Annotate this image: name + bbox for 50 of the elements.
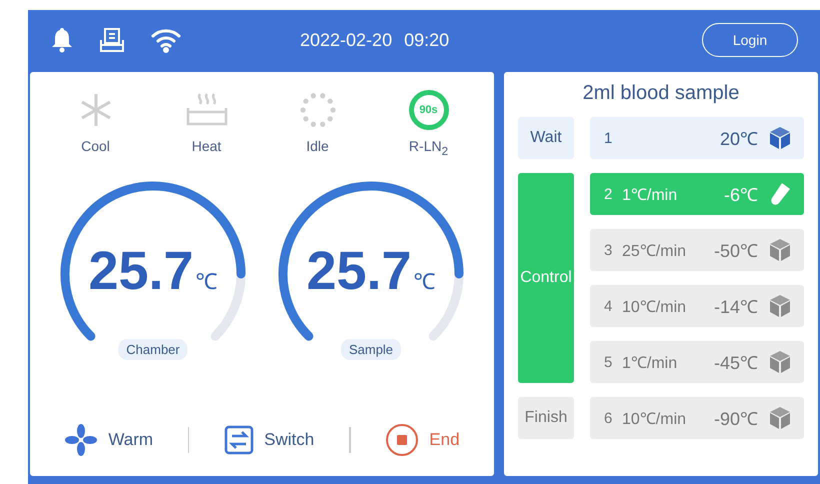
step-number: 6: [604, 410, 614, 426]
step-row[interactable]: 1 20℃: [590, 117, 804, 159]
rate-text: 10℃/min: [622, 298, 688, 317]
target-temperature: -14℃: [714, 296, 758, 318]
stop-icon: [385, 423, 420, 457]
step-row[interactable]: 6 10℃/min -90℃: [590, 397, 804, 439]
step-number: 4: [604, 298, 614, 314]
target-temperature: -90℃: [714, 408, 758, 430]
step-number: 5: [604, 354, 614, 370]
mode-label: Cool: [81, 138, 110, 154]
gauge-label: Sample: [340, 339, 402, 360]
step-number: 2: [604, 186, 614, 202]
program-title: 2ml blood sample: [582, 82, 740, 105]
mode-label: R-LN$_{2}$: [408, 138, 448, 158]
login-button[interactable]: Login: [702, 23, 798, 57]
timer-ring: 90s: [408, 90, 448, 130]
phase-label: Wait: [518, 117, 574, 159]
date-text: 2022-02-20: [300, 30, 392, 50]
step-row[interactable]: 5 1℃/min -45℃: [590, 341, 804, 383]
unit-text: ℃: [196, 268, 218, 295]
switch-icon: [224, 425, 254, 455]
rate-text: 1℃/min: [622, 186, 678, 205]
temperature-value: 25.7: [306, 240, 412, 302]
fan-icon: [64, 423, 98, 457]
unit-text: ℃: [414, 268, 436, 295]
bell-icon[interactable]: [50, 26, 74, 54]
action-button[interactable]: End: [379, 422, 466, 458]
phase-label: Finish: [518, 397, 574, 439]
step-row[interactable]: 3 25℃/min -50℃: [590, 229, 804, 271]
printer-icon[interactable]: [98, 26, 126, 54]
action-button[interactable]: Switch: [218, 424, 320, 456]
gauge-label: Chamber: [118, 339, 188, 360]
step-number: 3: [604, 242, 614, 258]
phase-label: Control: [518, 173, 574, 383]
target-temperature: -6℃: [724, 184, 758, 206]
rate-text: 10℃/min: [622, 410, 688, 429]
temperature-value: 25.7: [88, 240, 194, 302]
mode-label: Idle: [306, 138, 329, 154]
mode-label: Heat: [192, 138, 222, 154]
target-temperature: -45℃: [714, 352, 758, 374]
target-temperature: 20℃: [720, 128, 758, 150]
time-text: 09:20: [404, 30, 450, 50]
wifi-icon[interactable]: [150, 27, 182, 53]
step-row[interactable]: 4 10℃/min -14℃: [590, 285, 804, 327]
step-number: 1: [604, 130, 614, 146]
rate-text: 25℃/min: [622, 242, 688, 261]
step-row[interactable]: 2 1℃/min -6℃: [590, 173, 804, 215]
target-temperature: -50℃: [714, 240, 758, 262]
rate-text: 1℃/min: [622, 354, 678, 373]
action-button[interactable]: Warm: [58, 422, 160, 458]
